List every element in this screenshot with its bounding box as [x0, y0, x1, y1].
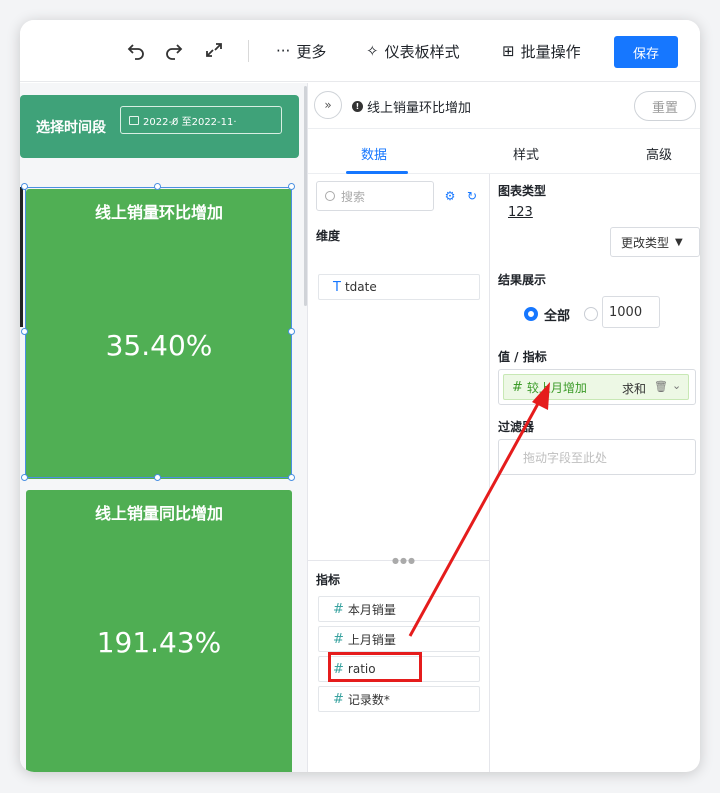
filter-section-label: 过滤器 [498, 420, 535, 434]
result-all-radio[interactable] [524, 307, 538, 321]
kpi-card-yoy[interactable]: 线上销量同比增加 191.43% [26, 490, 292, 772]
time-filter-widget[interactable]: 选择时间段 2022-0̸ 至2022-11· [20, 95, 299, 158]
result-all-label: 全部 [544, 309, 571, 324]
dashboard-style-label: 仪表板样式 [384, 42, 460, 61]
trash-icon[interactable]: 🗑 [698, 348, 700, 361]
value-metric-dropzone[interactable]: # 较上月增加 求和 🗑 ⌄ [498, 369, 696, 405]
tab-style[interactable]: 样式 [513, 144, 539, 163]
redo-icon[interactable] [162, 38, 186, 62]
kpi-card-title: 线上销量同比增加 [94, 504, 223, 523]
refresh-icon[interactable]: ↻ [465, 189, 479, 203]
resize-handle[interactable] [288, 328, 295, 335]
editor-title: ! 线上销量环比增加 [352, 97, 471, 116]
settings-icon[interactable]: ⚙ [443, 189, 457, 203]
kpi-card-value: 191.43% [96, 626, 222, 659]
resize-handle[interactable] [288, 183, 295, 190]
text-type-icon: T [333, 279, 341, 295]
app-window: ··· 更多 ✧ 仪表板样式 ⊞ 批量操作 保存 选择时间段 2022-0̸ 至… [20, 20, 700, 772]
measure-field[interactable]: # 上月销量 [318, 626, 480, 652]
chart-config-panel: 图表类型 123 更改类型 ▼ 结果展示 全部 1000 值 / 指标 🗑 # … [490, 175, 700, 772]
grid-icon: ⊞ [502, 42, 515, 60]
number-type-icon: # [333, 661, 344, 677]
number-type-icon: # [333, 601, 344, 617]
measure-field[interactable]: # 本月销量 [318, 596, 480, 622]
resize-handle[interactable] [21, 183, 28, 190]
number-type-icon: # [333, 691, 344, 707]
active-tab-indicator [346, 171, 408, 174]
selection-edge [20, 187, 23, 327]
field-label: tdate [344, 280, 377, 294]
number-type-icon: # [333, 631, 344, 647]
dashboard-canvas: 选择时间段 2022-0̸ 至2022-11· 线上销量环比增加 35.40% … [20, 83, 307, 772]
fullscreen-icon[interactable] [202, 38, 226, 62]
resize-handle[interactable] [21, 328, 28, 335]
kpi-card-mom[interactable]: 线上销量环比增加 35.40% [26, 189, 292, 479]
top-toolbar: ··· 更多 ✧ 仪表板样式 ⊞ 批量操作 保存 [20, 20, 700, 82]
value-metric-label: 值 / 指标 [498, 350, 547, 364]
date-range-value: 2022-0̸ 至2022-11· [143, 116, 237, 128]
result-limit-input[interactable]: 1000 [602, 296, 660, 328]
aggregation-label: 求和 [622, 382, 647, 396]
measure-field-ratio[interactable]: # ratio [318, 656, 480, 682]
filter-dropzone[interactable]: 拖动字段至此处 [498, 439, 696, 475]
filter-placeholder: 拖动字段至此处 [523, 450, 608, 465]
style-icon: ✧ [366, 42, 379, 60]
time-filter-label: 选择时间段 [36, 120, 106, 136]
number-chart-icon: 123 [508, 205, 533, 220]
editor-tabs: 数据 样式 高级 [308, 130, 700, 174]
field-label: 上月销量 [347, 632, 396, 647]
search-placeholder: 搜索 [341, 189, 366, 204]
change-type-label: 更改类型 [621, 235, 670, 250]
result-limit-radio[interactable] [584, 307, 598, 321]
field-list-panel: 搜索 ⚙ ↻ 维度 T tdate ●●● 指标 # 本月销量 # 上月销量 #… [308, 175, 489, 772]
reset-button[interactable]: 重置 [634, 91, 696, 121]
toolbar-divider [248, 40, 249, 62]
number-type-icon: # [512, 379, 523, 395]
resize-handle[interactable] [154, 474, 161, 481]
more-button[interactable]: ··· 更多 [276, 40, 326, 62]
dimension-field-tdate[interactable]: T tdate [318, 274, 480, 300]
resize-handle[interactable] [288, 474, 295, 481]
editor-title-text: 线上销量环比增加 [367, 101, 472, 116]
result-display-label: 结果展示 [498, 273, 547, 287]
measure-field[interactable]: # 记录数* [318, 686, 480, 712]
trash-icon[interactable]: 🗑 [654, 380, 668, 393]
chevron-down-icon[interactable]: ⌄ [672, 379, 681, 392]
dashboard-style-button[interactable]: ✧ 仪表板样式 [366, 40, 460, 62]
save-button[interactable]: 保存 [614, 36, 678, 68]
field-label: 本月销量 [347, 602, 396, 617]
tab-advanced[interactable]: 高级 [646, 144, 672, 163]
field-label: ratio [347, 662, 376, 676]
double-chevron-right-icon: » [324, 98, 332, 112]
undo-icon[interactable] [124, 38, 148, 62]
calendar-icon [129, 115, 139, 125]
chart-type-label: 图表类型 [498, 184, 547, 198]
batch-ops-button[interactable]: ⊞ 批量操作 [502, 40, 581, 62]
resize-handle[interactable] [21, 474, 28, 481]
ellipsis-icon: ··· [276, 42, 291, 60]
caret-down-icon: ▼ [675, 236, 683, 248]
metric-field-label: 较上月增加 [526, 380, 587, 395]
resize-handle[interactable] [154, 183, 161, 190]
collapse-panel-button[interactable]: » [314, 91, 342, 119]
field-label: 记录数* [347, 692, 390, 707]
tab-data[interactable]: 数据 [361, 144, 387, 163]
batch-ops-label: 批量操作 [520, 42, 581, 61]
more-label: 更多 [296, 42, 327, 61]
search-icon [325, 191, 335, 201]
metric-pill[interactable]: # 较上月增加 求和 🗑 ⌄ [503, 374, 689, 400]
kpi-card-value: 35.40% [105, 329, 213, 362]
field-search-input[interactable]: 搜索 [316, 181, 434, 211]
kpi-card-title: 线上销量环比增加 [94, 203, 223, 222]
measure-section-label: 指标 [316, 573, 341, 587]
drag-handle-icon[interactable]: ●●● [392, 556, 416, 565]
dimension-section-label: 维度 [316, 229, 341, 243]
editor-header: » ! 线上销量环比增加 重置 [308, 83, 700, 129]
info-icon: ! [352, 101, 363, 112]
date-range-picker[interactable]: 2022-0̸ 至2022-11· [120, 106, 282, 134]
change-type-dropdown[interactable]: 更改类型 ▼ [610, 227, 700, 257]
